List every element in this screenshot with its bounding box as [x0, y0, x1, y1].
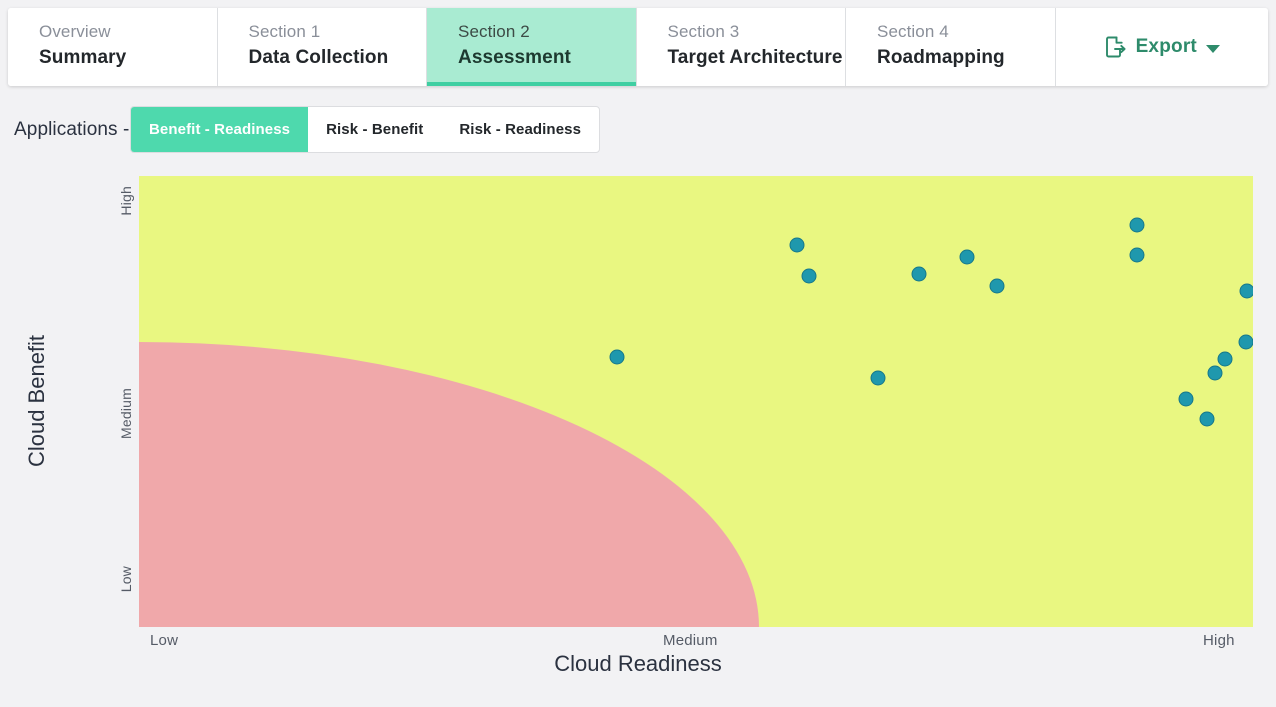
scatter-point[interactable] [1130, 247, 1145, 262]
nav-tab-title: Summary [39, 45, 217, 71]
nav-tab-kicker: Overview [39, 21, 217, 43]
scatter-point[interactable] [989, 279, 1004, 294]
nav-tab-kicker: Section 2 [458, 21, 636, 43]
export-button[interactable]: Export [1056, 8, 1269, 86]
export-label: Export [1136, 36, 1197, 58]
nav-tab-kicker: Section 4 [877, 21, 1055, 43]
scatter-point[interactable] [1239, 334, 1253, 349]
section-nav-bar: Overview Summary Section 1 Data Collecti… [8, 8, 1268, 86]
scatter-point[interactable] [609, 350, 624, 365]
scatter-point[interactable] [1130, 218, 1145, 233]
x-tick-low: Low [150, 632, 178, 649]
segment-risk-readiness[interactable]: Risk - Readiness [441, 107, 599, 152]
x-axis-title: Cloud Readiness [0, 651, 1276, 677]
nav-tab-section-3[interactable]: Section 3 Target Architecture [637, 8, 847, 86]
scatter-point[interactable] [1208, 366, 1223, 381]
chevron-down-icon [1206, 45, 1220, 53]
export-document-arrow-icon [1104, 35, 1127, 59]
segment-risk-benefit[interactable]: Risk - Benefit [308, 107, 441, 152]
applications-label: Applications - [14, 119, 129, 141]
y-tick-low: Low [118, 566, 134, 592]
nav-tab-title: Data Collection [249, 45, 427, 71]
region-background [139, 176, 1253, 627]
applications-toolbar: Applications - Benefit - Readiness Risk … [0, 106, 1276, 154]
nav-tab-overview[interactable]: Overview Summary [8, 8, 218, 86]
y-axis-title: Cloud Benefit [24, 335, 50, 467]
nav-tab-title: Target Architecture [668, 45, 846, 71]
scatter-point[interactable] [1218, 352, 1233, 367]
scatter-point[interactable] [801, 269, 816, 284]
nav-tab-title: Assessment [458, 45, 636, 71]
scatter-point[interactable] [790, 237, 805, 252]
nav-tab-section-1[interactable]: Section 1 Data Collection [218, 8, 428, 86]
scatter-point[interactable] [1240, 284, 1253, 299]
nav-tab-kicker: Section 3 [668, 21, 846, 43]
y-tick-high: High [118, 186, 134, 216]
segment-benefit-readiness[interactable]: Benefit - Readiness [131, 107, 308, 152]
scatter-point[interactable] [1200, 412, 1215, 427]
scatter-point[interactable] [911, 266, 926, 281]
nav-tab-section-4[interactable]: Section 4 Roadmapping [846, 8, 1056, 86]
comparison-mode-segmented-control: Benefit - Readiness Risk - Benefit Risk … [130, 106, 600, 153]
scatter-point[interactable] [959, 250, 974, 265]
nav-tab-section-2[interactable]: Section 2 Assessment [427, 8, 637, 86]
nav-tab-kicker: Section 1 [249, 21, 427, 43]
x-tick-medium: Medium [663, 632, 718, 649]
scatter-point[interactable] [1179, 391, 1194, 406]
nav-tab-title: Roadmapping [877, 45, 1055, 71]
x-tick-high: High [1203, 632, 1235, 649]
y-tick-medium: Medium [118, 388, 134, 439]
scatter-point[interactable] [870, 371, 885, 386]
plot-area[interactable] [139, 176, 1253, 627]
benefit-readiness-scatter-chart: Cloud Benefit High Medium Low Low Medium… [0, 154, 1276, 707]
